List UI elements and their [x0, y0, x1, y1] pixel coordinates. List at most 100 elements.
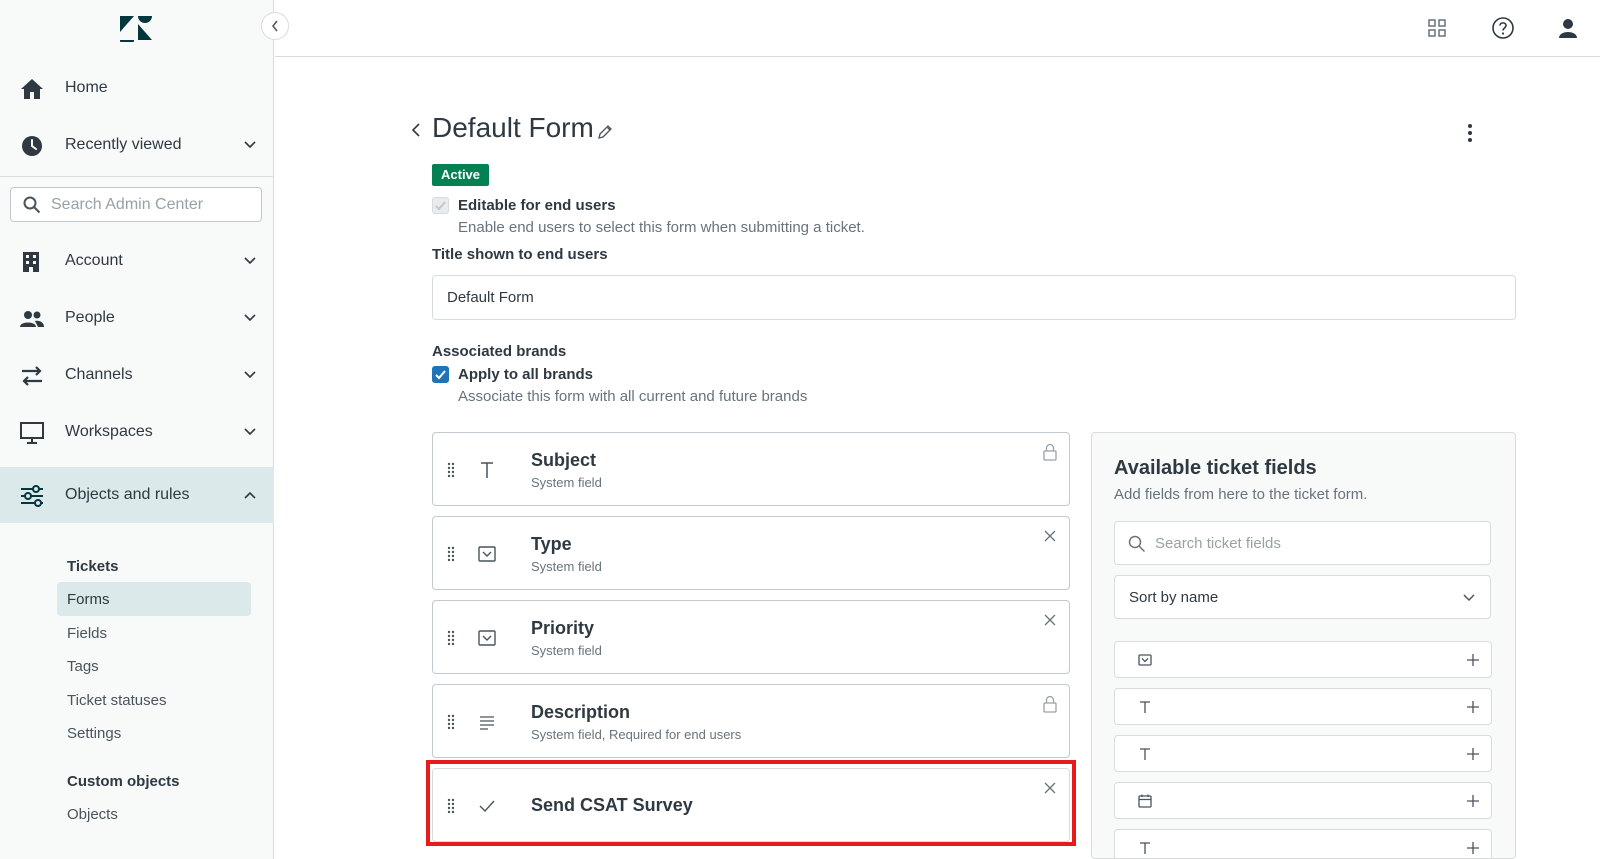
building-icon	[23, 252, 39, 272]
nav-label: Workspaces	[65, 423, 153, 440]
title-field-label: Title shown to end users	[432, 246, 608, 263]
clock-icon	[22, 136, 42, 156]
sub-item-settings[interactable]: Settings	[57, 716, 251, 750]
nav-item-people[interactable]: People	[0, 290, 274, 346]
available-field-item[interactable]	[1114, 688, 1492, 725]
sub-item-tags[interactable]: Tags	[57, 649, 251, 683]
apply-all-brands-label: Apply to all brands	[458, 366, 594, 383]
nav-label: Account	[65, 252, 123, 269]
nav-item-home[interactable]: Home	[0, 60, 274, 116]
drag-handle-icon[interactable]	[447, 462, 455, 478]
top-bar	[275, 0, 1600, 57]
available-field-item[interactable]	[1114, 735, 1492, 772]
plus-icon[interactable]	[1465, 793, 1481, 809]
apps-grid-icon[interactable]	[1425, 16, 1449, 40]
drag-handle-icon[interactable]	[447, 630, 455, 646]
ticket-fields-search[interactable]	[1114, 521, 1491, 565]
monitor-icon	[20, 422, 44, 444]
drag-handle-icon[interactable]	[447, 714, 455, 730]
dropdown-icon	[478, 546, 496, 562]
chevron-left-icon	[272, 20, 278, 32]
objects-rules-icon	[21, 485, 43, 507]
nav-item-objects-and-rules[interactable]: Objects and rules	[0, 467, 274, 523]
custom-objects-heading: Custom objects	[67, 773, 180, 790]
people-icon	[20, 311, 44, 327]
plus-icon[interactable]	[1465, 699, 1481, 715]
pencil-icon[interactable]	[597, 124, 613, 140]
text-icon	[1140, 748, 1150, 760]
chevron-down-icon	[244, 141, 256, 149]
collapse-sidebar-button[interactable]	[261, 12, 289, 40]
panel-title: Available ticket fields	[1114, 457, 1317, 479]
calendar-icon	[1138, 794, 1152, 808]
field-card-type[interactable]: Type System field	[432, 516, 1070, 590]
search-admin-center[interactable]	[10, 187, 262, 222]
field-card-send-csat-survey[interactable]: Send CSAT Survey	[432, 768, 1070, 842]
field-card-subject[interactable]: Subject System field	[432, 432, 1070, 506]
close-icon[interactable]	[1042, 779, 1058, 797]
search-icon	[1128, 535, 1146, 553]
nav-label: Channels	[65, 366, 133, 383]
tickets-heading: Tickets	[67, 558, 119, 575]
field-subtitle: System field, Required for end users	[531, 727, 742, 742]
apply-all-brands-checkbox[interactable]	[432, 366, 449, 383]
chevron-down-icon	[244, 314, 256, 322]
brands-label: Associated brands	[432, 343, 567, 360]
text-icon	[1140, 701, 1150, 713]
available-field-item[interactable]	[1114, 641, 1492, 678]
field-title: Description	[531, 702, 631, 722]
check-icon	[435, 201, 446, 211]
text-icon	[481, 462, 493, 478]
drag-handle-icon[interactable]	[447, 546, 455, 562]
checkmark-icon	[479, 800, 495, 813]
sidebar: Home Recently viewed Account	[0, 0, 274, 859]
kebab-menu-icon[interactable]	[1460, 120, 1480, 146]
sub-item-ticket-statuses[interactable]: Ticket statuses	[57, 683, 251, 717]
home-icon	[21, 79, 43, 99]
nav-item-recently-viewed[interactable]: Recently viewed	[0, 117, 274, 173]
nav-item-account[interactable]: Account	[0, 233, 274, 289]
chevron-down-icon	[1463, 594, 1475, 602]
sort-select-value: Sort by name	[1129, 589, 1219, 606]
close-icon[interactable]	[1042, 527, 1058, 545]
nav-item-channels[interactable]: Channels	[0, 347, 274, 403]
available-field-item[interactable]	[1114, 782, 1492, 819]
ticket-fields-search-input[interactable]	[1155, 531, 1475, 556]
field-card-description[interactable]: Description System field, Required for e…	[432, 684, 1070, 758]
chevron-up-icon	[244, 491, 256, 499]
sub-item-objects[interactable]: Objects	[57, 797, 251, 831]
plus-icon[interactable]	[1465, 746, 1481, 762]
field-title: Subject	[531, 450, 597, 470]
drag-handle-icon[interactable]	[447, 798, 455, 814]
dropdown-icon	[1138, 654, 1152, 666]
chevron-down-icon	[244, 257, 256, 265]
back-arrow-icon[interactable]	[409, 120, 423, 140]
sub-item-forms[interactable]: Forms	[57, 582, 251, 616]
dropdown-icon	[478, 630, 496, 646]
check-icon	[435, 370, 446, 380]
title-input[interactable]	[432, 275, 1516, 320]
plus-icon[interactable]	[1465, 652, 1481, 668]
sub-item-fields[interactable]: Fields	[57, 616, 251, 650]
help-icon[interactable]	[1491, 16, 1515, 40]
zendesk-logo[interactable]	[118, 14, 154, 42]
editable-label: Editable for end users	[458, 197, 616, 214]
sort-select[interactable]: Sort by name	[1114, 575, 1491, 619]
field-title: Priority	[531, 618, 595, 638]
nav-item-workspaces[interactable]: Workspaces	[0, 404, 274, 460]
field-title: Send CSAT Survey	[531, 795, 693, 815]
close-icon[interactable]	[1042, 611, 1058, 629]
status-badge: Active	[432, 164, 490, 186]
field-subtitle: System field	[531, 643, 602, 658]
field-card-priority[interactable]: Priority System field	[432, 600, 1070, 674]
text-icon	[1140, 842, 1150, 854]
search-icon	[23, 196, 41, 214]
lock-icon	[1043, 695, 1057, 713]
field-title: Type	[531, 534, 572, 554]
user-avatar-icon[interactable]	[1556, 16, 1580, 40]
plus-icon[interactable]	[1465, 840, 1481, 856]
available-field-item[interactable]	[1114, 829, 1492, 858]
search-admin-input[interactable]	[51, 192, 251, 217]
lock-icon	[1043, 443, 1057, 461]
nav-label: Recently viewed	[65, 136, 182, 153]
